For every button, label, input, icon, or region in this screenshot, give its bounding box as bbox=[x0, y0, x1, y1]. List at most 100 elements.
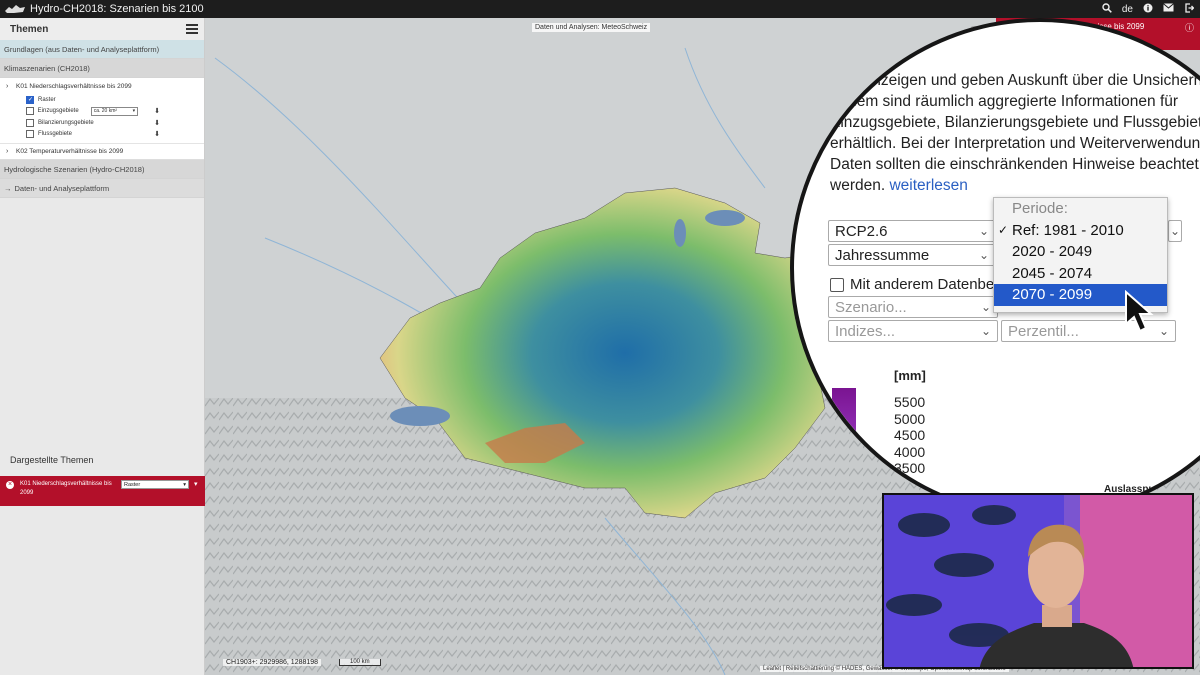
zoom-magnifier: ...ch anzeigen und geben Auskunft über d… bbox=[790, 18, 1200, 518]
menu-icon[interactable] bbox=[186, 24, 198, 34]
layer-raster[interactable]: Raster bbox=[0, 94, 204, 106]
compare-checkbox[interactable] bbox=[830, 277, 844, 292]
section-platform-link[interactable]: → Daten- und Analyseplattform bbox=[0, 179, 204, 198]
mouse-pointer-icon bbox=[1125, 290, 1154, 333]
period-option-label: 2020 - 2049 bbox=[1012, 243, 1093, 261]
period-option-2045[interactable]: 2045 - 2074 bbox=[994, 263, 1167, 285]
download-icon[interactable]: ⬇ bbox=[154, 130, 160, 138]
info-icon[interactable] bbox=[1143, 3, 1153, 16]
swiss-logo-icon[interactable] bbox=[0, 0, 30, 18]
layer-einzugsgebiete[interactable]: Einzugsgebiete ca. 20 km² ▾ ⬇ bbox=[0, 106, 204, 118]
caret-down-icon[interactable]: ▾ bbox=[194, 480, 198, 488]
section-klimaszenarien[interactable]: Klimaszenarien (CH2018) bbox=[0, 59, 204, 78]
lake-constance bbox=[705, 210, 745, 226]
period-option-label: 2045 - 2074 bbox=[1012, 264, 1093, 282]
lake-geneva bbox=[390, 406, 450, 426]
chevron-down-icon: ⌄ bbox=[978, 224, 989, 238]
download-icon[interactable]: ⬇ bbox=[154, 107, 160, 115]
download-icon[interactable]: ⬇ bbox=[154, 119, 160, 127]
search-icon[interactable] bbox=[1102, 2, 1112, 16]
active-theme-select-value: Raster bbox=[124, 481, 141, 488]
sidebar: Themen Grundlagen (aus Daten- und Analys… bbox=[0, 18, 205, 675]
active-theme-select[interactable]: Raster ▾ bbox=[121, 480, 189, 489]
legend-color-bar bbox=[832, 388, 856, 488]
layer-einzugsgebiete-label: Einzugsgebiete bbox=[37, 108, 79, 115]
layer-raster-label: Raster bbox=[38, 96, 56, 103]
scale-bar: 100 km bbox=[339, 659, 381, 666]
layer-bilanzierungsgebiete-checkbox[interactable] bbox=[26, 118, 34, 127]
legend-value: 4000 bbox=[894, 443, 926, 460]
scenario-select-value: RCP2.6 bbox=[835, 222, 888, 240]
layer-einzugsgebiete-checkbox[interactable] bbox=[26, 107, 34, 116]
szenario-select[interactable]: Szenario... ⌄ bbox=[828, 296, 998, 318]
section-hydrologische-szenarien[interactable]: Hydrologische Szenarien (Hydro-CH2018) bbox=[0, 160, 204, 179]
platform-link-label: Daten- und Analyseplattform bbox=[14, 183, 110, 193]
aggregation-select[interactable]: Jahressumme ⌄ bbox=[828, 244, 996, 266]
layer-raster-checkbox[interactable] bbox=[26, 95, 34, 104]
period-option-ref[interactable]: ✓ Ref: 1981 - 2010 bbox=[994, 220, 1167, 242]
einzugsgebiete-size-select[interactable]: ca. 20 km² ▾ bbox=[90, 106, 139, 116]
chevron-right-icon: › bbox=[6, 148, 9, 155]
chevron-down-icon: ▾ bbox=[183, 481, 186, 488]
theme-k02-label: K02 Temperaturverhältnisse bis 2099 bbox=[16, 148, 124, 155]
sidebar-header: Themen bbox=[0, 18, 204, 40]
layer-flussgebiete-checkbox[interactable] bbox=[26, 130, 34, 139]
lake-zurich bbox=[674, 219, 686, 247]
app-window: Hydro-CH2018: Szenarien bis 2100 de Them… bbox=[0, 0, 1200, 675]
aggregation-select-value: Jahressumme bbox=[835, 246, 930, 264]
app-title: Hydro-CH2018: Szenarien bis 2100 bbox=[30, 3, 204, 15]
read-more-link[interactable]: weiterlesen bbox=[889, 177, 967, 194]
period-dropdown-header: Periode: bbox=[1012, 200, 1068, 218]
indizes-select-placeholder: Indizes... bbox=[835, 322, 896, 340]
active-theme-item: × K01 Niederschlagsverhältnisse bis 2099… bbox=[0, 476, 205, 506]
legend-value: 5000 bbox=[894, 410, 926, 427]
sidebar-title: Themen bbox=[10, 23, 49, 35]
period-option-2020[interactable]: 2020 - 2049 bbox=[994, 241, 1167, 263]
top-bar: Hydro-CH2018: Szenarien bis 2100 de bbox=[0, 0, 1200, 18]
theme-k01-label: K01 Niederschlagsverhältnisse bis 2099 bbox=[16, 82, 132, 90]
chevron-down-icon: ⌄ bbox=[1158, 324, 1169, 338]
chevron-down-icon: ⌄ bbox=[1169, 224, 1180, 238]
chevron-down-icon: ⌄ bbox=[978, 248, 989, 262]
section-grundlagen[interactable]: Grundlagen (aus Daten- und Analyseplattf… bbox=[0, 40, 204, 59]
compare-checkbox-row[interactable]: Mit anderem Datenbezug bbox=[830, 276, 1018, 293]
layer-bilanzierungsgebiete[interactable]: Bilanzierungsgebiete ⬇ bbox=[0, 117, 204, 129]
chevron-down-icon: ⌄ bbox=[980, 300, 991, 314]
period-option-label: Ref: 1981 - 2010 bbox=[1012, 221, 1124, 239]
szenario-select-placeholder: Szenario... bbox=[835, 298, 907, 316]
displayed-themes-header: Dargestellte Themen bbox=[10, 455, 94, 465]
theme-k01[interactable]: › K01 Niederschlagsverhältnisse bis 2099 bbox=[0, 78, 204, 94]
chevron-down-icon: › bbox=[6, 82, 9, 90]
layer-flussgebiete[interactable]: Flussgebiete ⬇ bbox=[0, 129, 204, 141]
checkmark-icon: ✓ bbox=[998, 223, 1009, 238]
einzugsgebiete-size-value: ca. 20 km² bbox=[93, 108, 118, 115]
language-switch[interactable]: de bbox=[1122, 4, 1133, 15]
theme-k02[interactable]: › K02 Temperaturverhältnisse bis 2099 bbox=[0, 143, 204, 159]
legend-value: 4500 bbox=[894, 427, 926, 443]
legend-unit: [mm] bbox=[894, 368, 926, 383]
perzentil-select-placeholder: Perzentil... bbox=[1008, 322, 1079, 340]
description-text: ...ch anzeigen und geben Auskunft über d… bbox=[830, 70, 1200, 196]
chevron-down-icon: ▾ bbox=[132, 108, 136, 115]
presenter-image bbox=[884, 495, 1192, 667]
layer-flussgebiete-label: Flussgebiete bbox=[38, 131, 73, 138]
klima-panel: › K01 Niederschlagsverhältnisse bis 2099… bbox=[0, 78, 204, 160]
arrow-right-icon: → bbox=[4, 183, 12, 193]
coordinates-readout: CH1903+: 2929986, 1288198 bbox=[223, 659, 322, 666]
top-bar-tools: de bbox=[1102, 0, 1195, 18]
data-credit: Daten und Analysen: MeteoSchweiz bbox=[532, 23, 651, 32]
layer-bilanzierungsgebiete-label: Bilanzierungsgebiete bbox=[38, 119, 94, 126]
legend-value: 3500 bbox=[894, 460, 926, 476]
mail-icon[interactable] bbox=[1163, 3, 1174, 15]
scenario-select[interactable]: RCP2.6 ⌄ bbox=[828, 220, 996, 242]
active-theme-label: K01 Niederschlagsverhältnisse bis 2099 bbox=[20, 481, 112, 496]
period-option-label: 2070 - 2099 bbox=[1012, 286, 1093, 304]
presenter-video bbox=[882, 493, 1194, 669]
legend-value: 5500 bbox=[894, 394, 926, 410]
description-body: ...ch anzeigen und geben Auskunft über d… bbox=[830, 72, 1200, 194]
period-select[interactable]: ⌄ bbox=[1168, 220, 1182, 242]
logout-icon[interactable] bbox=[1184, 2, 1195, 16]
chevron-down-icon: ⌄ bbox=[980, 324, 991, 338]
indizes-select[interactable]: Indizes... ⌄ bbox=[828, 320, 998, 342]
close-icon[interactable]: × bbox=[6, 481, 14, 489]
